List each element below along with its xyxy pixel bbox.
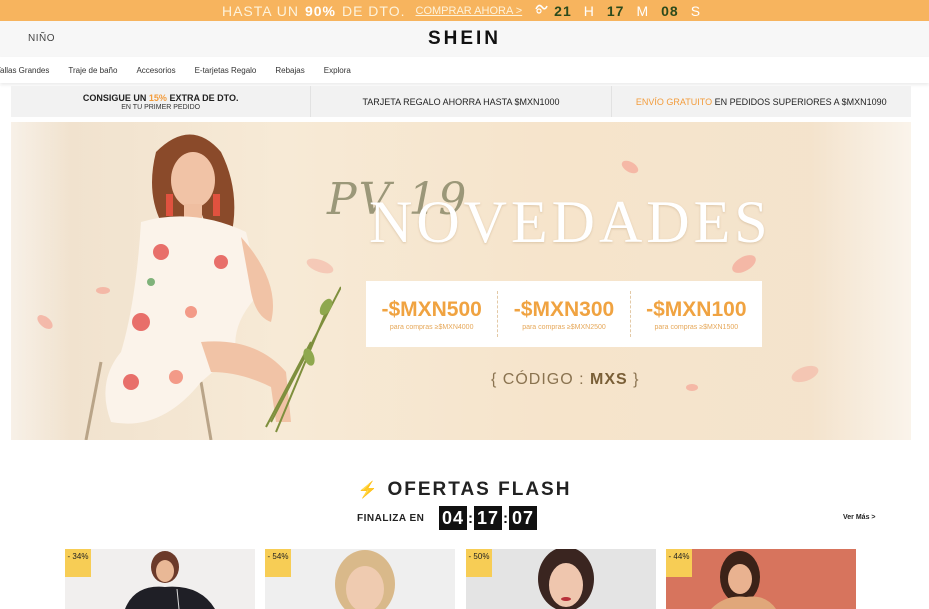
- discount-tier: -$MXN300 para compras ≥$MXN2500: [498, 291, 631, 337]
- promo-seconds: 08: [661, 2, 679, 19]
- benefits-strip: CONSIGUE UN 15% EXTRA DE DTO. EN TU PRIM…: [11, 86, 911, 117]
- nav-item-rebajas[interactable]: Rebajas: [275, 66, 304, 75]
- promo-code-close: }: [633, 371, 640, 388]
- product-card[interactable]: - 44%: [666, 549, 856, 609]
- see-more-link[interactable]: Ver Más >: [843, 514, 876, 521]
- nav-item-explora[interactable]: Explora: [324, 66, 351, 75]
- discount-amount: -$MXN100: [646, 297, 747, 321]
- promo-minutes-unit: M: [636, 2, 650, 19]
- curtain-decoration-right: [811, 122, 911, 440]
- promo-minutes: 17: [606, 2, 625, 19]
- flash-sale-title: ⚡ OFERTAS FLASH: [0, 479, 929, 501]
- discount-condition: para compras ≥$MXN4000: [389, 323, 474, 331]
- main-nav: Tallas Grandes Traje de baño Accesorios …: [0, 57, 929, 83]
- benefit-first-order[interactable]: CONSIGUE UN 15% EXTRA DE DTO. EN TU PRIM…: [11, 86, 312, 117]
- lightning-icon: ⚡: [357, 482, 380, 499]
- flash-ends-label: FINALIZA EN: [357, 513, 425, 524]
- discount-condition: para compras ≥$MXN2500: [522, 323, 606, 331]
- nav-item-accesorios[interactable]: Accesorios: [136, 66, 175, 75]
- countdown-separator: :: [503, 509, 508, 527]
- countdown-separator: :: [468, 509, 473, 527]
- flash-title-text: OFERTAS FLASH: [387, 479, 572, 500]
- product-image: [125, 551, 215, 609]
- nav-item-traje-de-bano[interactable]: Traje de baño: [68, 66, 117, 75]
- promo-hours: 21: [554, 2, 572, 19]
- benefit-1-pre: CONSIGUE UN: [82, 92, 147, 103]
- flash-countdown: 04 : 17 : 07: [439, 506, 537, 530]
- shein-logo[interactable]: SHEIN: [0, 28, 929, 50]
- promo-text: HASTA UN: [221, 2, 299, 19]
- curtain-decoration-left: [11, 122, 71, 440]
- promo-banner[interactable]: HASTA UN 90% DE DTO. COMPRAR AHORA > 21 …: [0, 0, 929, 21]
- discount-tier: -$MXN500 para compras ≥$MXN4000: [366, 291, 499, 337]
- discount-amount: -$MXN500: [381, 297, 482, 321]
- hero-banner[interactable]: PV 19 NOVEDADES -$MXN500 para compras ≥$…: [11, 122, 911, 440]
- product-card[interactable]: - 34%: [65, 549, 255, 609]
- product-card[interactable]: - 54%: [265, 549, 455, 609]
- promo-cta-link[interactable]: COMPRAR AHORA >: [416, 5, 523, 17]
- benefit-gift-card[interactable]: TARJETA REGALO AHORRA HASTA $MXN1000: [311, 86, 612, 117]
- countdown-seconds: 07: [509, 506, 537, 530]
- benefit-1-sub: EN TU PRIMER PEDIDO: [121, 103, 201, 111]
- promo-code: { CÓDIGO : MXS }: [491, 371, 640, 389]
- discount-tier: -$MXN100 para compras ≥$MXN1500: [631, 291, 762, 337]
- benefit-1-post: EXTRA DE DTO.: [169, 92, 239, 103]
- discount-condition: para compras ≥$MXN1500: [654, 323, 739, 331]
- countdown-minutes: 17: [474, 506, 502, 530]
- product-image: [538, 549, 594, 609]
- hero-headline: NOVEDADES: [369, 189, 772, 255]
- nav-item-tallas-grandes[interactable]: Tallas Grandes: [0, 66, 49, 75]
- nav-item-e-tarjetas-regalo[interactable]: E-tarjetas Regalo: [195, 66, 257, 75]
- promo-hours-unit: H: [583, 2, 595, 19]
- discount-badge: - 50%: [466, 549, 492, 577]
- promo-code-value: MXS: [590, 371, 628, 388]
- benefit-free-shipping[interactable]: ENVÍO GRATUITO EN PEDIDOS SUPERIORES A $…: [612, 86, 911, 117]
- countdown-hours: 04: [439, 506, 467, 530]
- benefit-3-highlight: ENVÍO GRATUITO: [635, 96, 713, 107]
- discount-badge: - 34%: [65, 549, 91, 577]
- promo-percent: 90%: [304, 2, 336, 19]
- benefit-2-text: TARJETA REGALO AHORRA HASTA $MXN1000: [362, 96, 560, 107]
- product-image: [335, 550, 395, 609]
- petal-decoration: [619, 158, 641, 176]
- site-header: NIÑO SHEIN: [0, 21, 929, 57]
- promo-text-2: DE DTO.: [341, 2, 406, 19]
- discount-box: -$MXN500 para compras ≥$MXN4000 -$MXN300…: [366, 281, 762, 347]
- model-photo: [84, 134, 341, 440]
- promo-seconds-unit: S: [690, 2, 702, 19]
- discount-amount: -$MXN300: [513, 297, 615, 321]
- timer-icon: [534, 3, 548, 18]
- discount-badge: - 54%: [265, 549, 291, 577]
- promo-code-open: { CÓDIGO :: [491, 371, 585, 388]
- product-image: [711, 551, 776, 609]
- benefit-3-post: EN PEDIDOS SUPERIORES A $MXN1090: [714, 96, 887, 107]
- product-card[interactable]: - 50%: [466, 549, 656, 609]
- benefit-1-percent: 15%: [148, 92, 167, 103]
- discount-badge: - 44%: [666, 549, 692, 577]
- petal-decoration: [686, 384, 698, 391]
